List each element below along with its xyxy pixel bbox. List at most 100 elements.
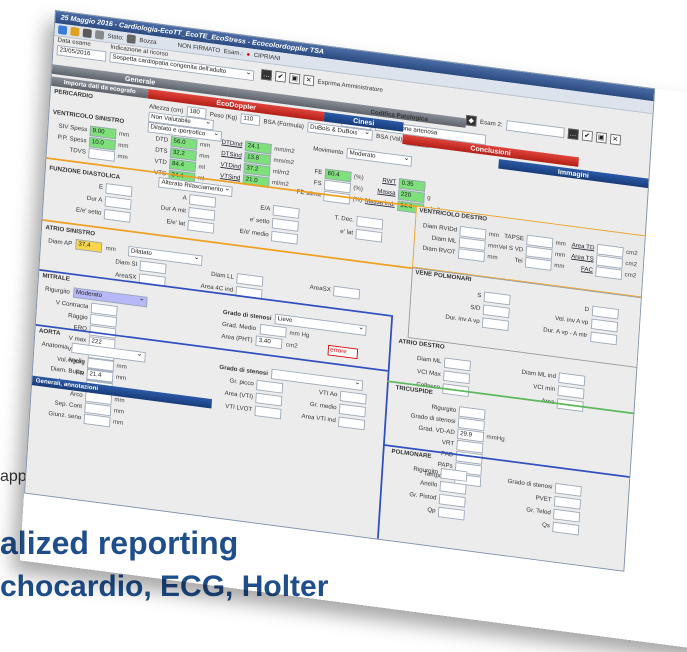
field-input[interactable] <box>552 521 580 536</box>
field-label: E/e' setto <box>75 207 102 217</box>
esprima-label: Esprima Amministratore <box>317 78 384 94</box>
field-input[interactable] <box>439 480 467 495</box>
stato-value: Bozza <box>139 37 157 46</box>
field-unit: g <box>427 194 431 202</box>
field-label: E/e' lat <box>166 218 186 228</box>
field-input[interactable] <box>482 304 510 318</box>
field-unit: mm <box>113 407 125 416</box>
peso-input[interactable]: 110 <box>240 113 261 127</box>
movimento-select[interactable]: Moderato <box>346 147 413 167</box>
field-label: Dur A <box>86 195 103 204</box>
field-input[interactable] <box>189 193 217 208</box>
field-input[interactable] <box>443 369 471 384</box>
field-input[interactable] <box>338 403 366 417</box>
settings-icon[interactable] <box>94 30 105 40</box>
field-label: Area VTI ind <box>301 413 336 424</box>
field-input[interactable] <box>236 272 264 287</box>
area-pht-input[interactable]: 3.40 <box>255 335 283 350</box>
field-input[interactable] <box>254 405 282 419</box>
atrio-sx-diam-input[interactable]: 37.4 <box>75 239 103 253</box>
field-unit: mm <box>199 141 211 150</box>
field-input[interactable] <box>139 260 167 274</box>
area-pht-unit: cm2 <box>285 341 298 350</box>
tab-conclusioni[interactable]: Conclusioni <box>402 134 579 167</box>
field-input[interactable] <box>256 379 284 394</box>
esam-value: CIPRIANI <box>253 52 281 62</box>
field-label: VTI Ao <box>318 389 338 399</box>
field-input[interactable] <box>443 357 471 371</box>
movimento-row: Movimento Moderato <box>313 144 413 167</box>
field-input[interactable] <box>187 219 215 234</box>
ellipsis-button[interactable]: … <box>260 69 273 81</box>
field-unit: mm <box>115 374 127 382</box>
field-input[interactable] <box>255 392 283 407</box>
app-window-perspective: 25 Maggio 2016 - Cardiologia-EcoTT_EcoTE… <box>20 10 687 652</box>
field-input[interactable] <box>483 291 511 305</box>
field-label: DTD <box>155 135 169 144</box>
field-input[interactable] <box>105 182 133 197</box>
esam2-group: ◆ Esam 2: … ✔ ▣ ✕ <box>465 114 621 146</box>
field-unit: mm <box>118 131 130 139</box>
field-input[interactable] <box>338 416 366 430</box>
field-unit: mm <box>112 419 124 427</box>
field-input[interactable] <box>356 215 384 230</box>
mitrale-title: MITRALE <box>42 272 71 283</box>
field-input[interactable] <box>333 285 361 300</box>
field-input[interactable] <box>83 413 111 427</box>
field-input[interactable] <box>339 390 367 405</box>
esam2-input[interactable] <box>505 120 565 139</box>
field-input[interactable] <box>554 482 582 497</box>
field-input[interactable] <box>437 506 465 521</box>
field-input[interactable] <box>271 217 299 232</box>
field-input[interactable] <box>88 147 116 162</box>
field-label: TDVS <box>69 147 87 156</box>
save-small-button[interactable]: ▣ <box>289 72 301 85</box>
eye-icon[interactable]: ◆ <box>465 114 477 127</box>
field-input[interactable] <box>591 305 619 319</box>
field-label: E/e' medio <box>239 228 269 239</box>
field-input[interactable] <box>103 208 131 223</box>
close-button[interactable]: ✕ <box>303 74 315 87</box>
field-input[interactable] <box>590 318 618 332</box>
field-input[interactable] <box>440 467 468 482</box>
save-icon[interactable] <box>57 25 68 35</box>
field-input[interactable] <box>558 372 586 386</box>
app-window: 25 Maggio 2016 - Cardiologia-EcoTT_EcoTE… <box>24 10 656 572</box>
check-button[interactable]: ✔ <box>274 70 287 83</box>
field-unit: (%) <box>353 173 364 182</box>
field-label: Area (VTI) <box>224 390 254 401</box>
field-label: Gr. medio <box>309 401 337 411</box>
stato-label: Stato: <box>107 32 124 42</box>
field-input[interactable] <box>438 493 466 508</box>
field-label: Diam RVOT <box>422 245 456 256</box>
field-input[interactable] <box>272 204 300 219</box>
field-unit: mm/m2 <box>273 146 295 155</box>
field-row: AreaSX <box>295 280 393 304</box>
field-input[interactable] <box>553 495 581 510</box>
field-input[interactable] <box>557 384 585 399</box>
field-input[interactable] <box>104 195 132 210</box>
field-input[interactable] <box>553 508 581 523</box>
esam2-close-button[interactable]: ✕ <box>609 133 621 146</box>
field-label: Gr. picco <box>229 377 254 388</box>
field-label: A <box>182 194 187 202</box>
field-unit: mm <box>114 396 125 405</box>
anatomia-label: Anatomia <box>41 340 68 351</box>
field-input[interactable] <box>188 206 216 221</box>
esam2-ellipsis-button[interactable]: … <box>567 128 579 140</box>
field-unit: mm <box>117 153 128 161</box>
field-input[interactable] <box>270 230 299 245</box>
esam2-check-button[interactable]: ✔ <box>581 130 593 142</box>
asx-block: Diam SI Diam LL AreaSX AreaSX Area 4C ind <box>101 255 393 317</box>
print-icon[interactable] <box>82 28 92 39</box>
field-label: T. Dec. <box>334 214 355 224</box>
grad-medio-unit: mm Hg <box>289 329 310 339</box>
field-unit: mmHg <box>486 434 505 443</box>
toolbar: Stato: Bozza NON FIRMATO Esam.: ● CIPRIA… <box>54 23 654 115</box>
field-label: E <box>98 184 104 191</box>
warning-icon[interactable] <box>70 26 80 37</box>
esam2-save-button[interactable]: ▣ <box>595 131 607 144</box>
field-input[interactable] <box>355 228 383 243</box>
errore-input[interactable]: errore <box>327 344 358 360</box>
field-label: Giunz. seno <box>48 410 82 421</box>
